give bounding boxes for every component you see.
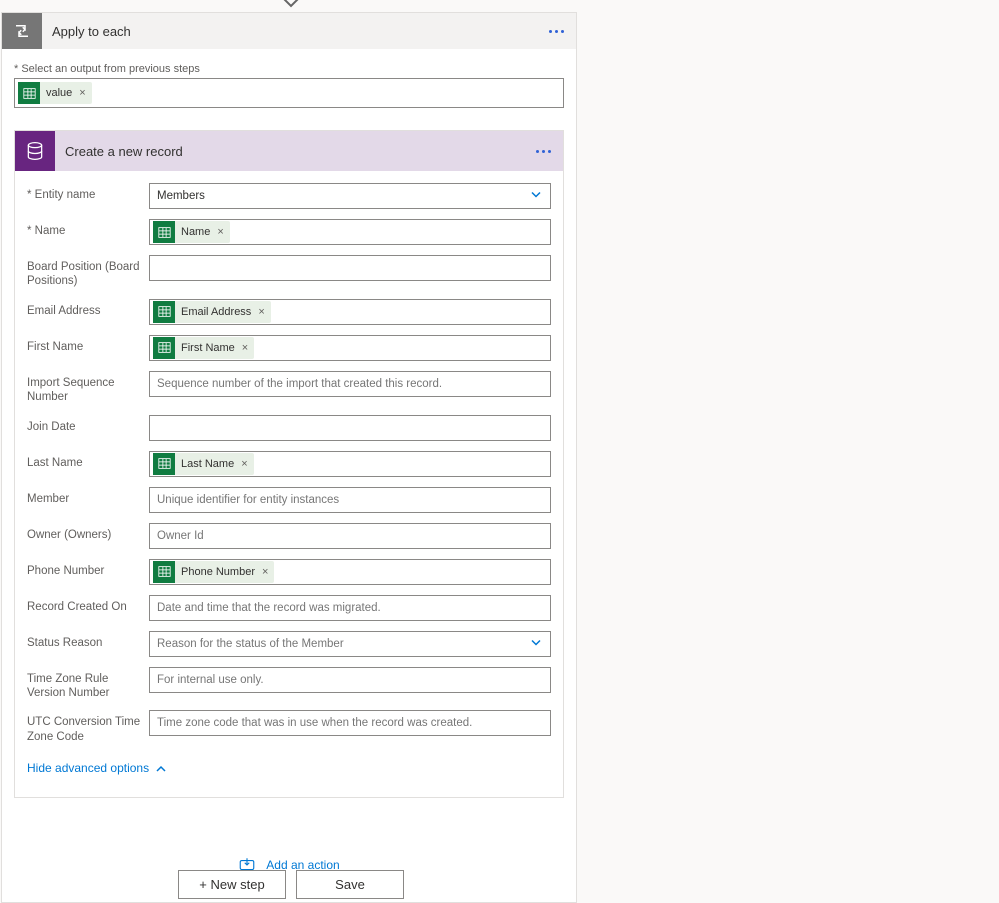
- footer-buttons: + New step Save: [178, 870, 404, 899]
- excel-icon: [153, 301, 175, 323]
- last-name-label: Last Name: [27, 451, 149, 470]
- email-input-wrap[interactable]: Email Address ×: [149, 299, 551, 325]
- apply-to-each-title: Apply to each: [42, 24, 540, 39]
- owner-label: Owner (Owners): [27, 523, 149, 542]
- board-position-input[interactable]: [149, 255, 551, 281]
- token-email-remove[interactable]: ×: [256, 306, 270, 318]
- excel-icon: [153, 221, 175, 243]
- new-step-button[interactable]: + New step: [178, 870, 286, 899]
- token-last-name[interactable]: Last Name ×: [153, 453, 254, 475]
- owner-input[interactable]: [149, 523, 551, 549]
- chevron-down-icon: [530, 636, 542, 651]
- create-record-title: Create a new record: [55, 144, 527, 159]
- token-value-label: value: [46, 87, 77, 99]
- token-first-remove[interactable]: ×: [240, 342, 254, 354]
- import-sequence-input[interactable]: [149, 371, 551, 397]
- member-label: Member: [27, 487, 149, 506]
- record-created-label: Record Created On: [27, 595, 149, 614]
- token-last-remove[interactable]: ×: [239, 458, 253, 470]
- tz-rule-label: Time Zone Rule Version Number: [27, 667, 149, 701]
- token-name-remove[interactable]: ×: [215, 226, 229, 238]
- apply-to-each-header[interactable]: Apply to each: [2, 13, 576, 49]
- utc-label: UTC Conversion Time Zone Code: [27, 710, 149, 744]
- token-value[interactable]: value ×: [18, 82, 92, 104]
- apply-to-each-menu[interactable]: [540, 30, 572, 33]
- create-record-header[interactable]: Create a new record: [15, 131, 563, 171]
- hide-advanced-link[interactable]: Hide advanced options: [27, 754, 551, 781]
- select-output-label: * Select an output from previous steps: [14, 63, 564, 75]
- excel-icon: [153, 453, 175, 475]
- token-value-remove[interactable]: ×: [77, 87, 91, 99]
- token-name[interactable]: Name ×: [153, 221, 230, 243]
- entity-name-select[interactable]: [149, 183, 551, 209]
- phone-input-wrap[interactable]: Phone Number ×: [149, 559, 551, 585]
- excel-icon: [153, 337, 175, 359]
- loop-icon: [2, 13, 42, 49]
- excel-icon: [18, 82, 40, 104]
- board-position-label: Board Position (Board Positions): [27, 255, 149, 289]
- first-name-label: First Name: [27, 335, 149, 354]
- first-name-input-wrap[interactable]: First Name ×: [149, 335, 551, 361]
- select-output-input[interactable]: value ×: [14, 78, 564, 108]
- member-input[interactable]: [149, 487, 551, 513]
- name-label: * Name: [27, 219, 149, 238]
- record-created-input[interactable]: [149, 595, 551, 621]
- entity-name-label: * Entity name: [27, 183, 149, 202]
- import-sequence-label: Import Sequence Number: [27, 371, 149, 405]
- phone-label: Phone Number: [27, 559, 149, 578]
- connector-arrow-down: [282, 0, 300, 12]
- utc-input[interactable]: [149, 710, 551, 736]
- save-button[interactable]: Save: [296, 870, 404, 899]
- name-input-wrap[interactable]: Name ×: [149, 219, 551, 245]
- tz-rule-input[interactable]: [149, 667, 551, 693]
- database-icon: [15, 131, 55, 171]
- token-phone-remove[interactable]: ×: [260, 566, 274, 578]
- chevron-up-icon: [155, 760, 167, 775]
- entity-name-input[interactable]: [153, 187, 547, 205]
- token-phone[interactable]: Phone Number ×: [153, 561, 274, 583]
- chevron-down-icon: [530, 189, 542, 204]
- email-label: Email Address: [27, 299, 149, 318]
- apply-to-each-card: Apply to each * Select an output from pr…: [1, 12, 577, 903]
- last-name-input-wrap[interactable]: Last Name ×: [149, 451, 551, 477]
- token-first-name[interactable]: First Name ×: [153, 337, 254, 359]
- excel-icon: [153, 561, 175, 583]
- status-reason-label: Status Reason: [27, 631, 149, 650]
- create-record-menu[interactable]: [527, 150, 559, 153]
- status-reason-select[interactable]: [149, 631, 551, 657]
- token-email[interactable]: Email Address ×: [153, 301, 271, 323]
- join-date-label: Join Date: [27, 415, 149, 434]
- join-date-input[interactable]: [149, 415, 551, 441]
- create-record-card: Create a new record * Entity name: [14, 130, 564, 798]
